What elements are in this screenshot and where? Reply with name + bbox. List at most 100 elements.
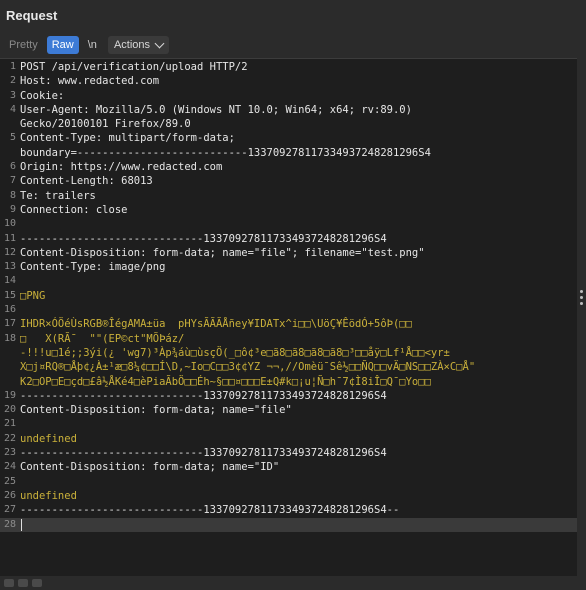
- line-number: 27: [3, 504, 16, 516]
- line-number: 7: [9, 175, 16, 187]
- line-text: undefined: [20, 489, 77, 502]
- line-number: 14: [3, 275, 16, 287]
- newline-toggle[interactable]: \n: [83, 36, 102, 54]
- panel-resize-handle[interactable]: [577, 290, 586, 320]
- request-editor[interactable]: 1 POST /api/verification/upload HTTP/2 2 Ho…: [0, 58, 577, 576]
- line-text: IHDR×ÓÖéÙsRGB®ÎégAMA±üa pHYsÃÃÃÅñey¥IDAT…: [20, 318, 412, 331]
- line-text: X□j¤RQ®□Åþ¢¿À±¹æ□8¼¢□□Í\D,~Io□C□□3¢¢YZ ¬…: [20, 361, 476, 374]
- line-number: 5: [9, 132, 16, 144]
- raw-tab[interactable]: Raw: [46, 36, 79, 54]
- editor-line[interactable]: 8 Te: trailers: [0, 189, 577, 203]
- line-text: -----------------------------13370927811…: [20, 232, 387, 245]
- editor-line[interactable]: 2 Host: www.redacted.com: [0, 74, 577, 88]
- line-text: Connection: close: [20, 203, 128, 216]
- line-text: Content-Disposition: form-data; name="fi…: [20, 246, 425, 259]
- line-text: -----------------------------13370927811…: [20, 389, 387, 402]
- editor-line[interactable]: 19 -----------------------------133709278…: [0, 389, 577, 403]
- editor-line[interactable]: 24 Content-Disposition: form-data; name="…: [0, 460, 577, 474]
- panel-title: Request: [0, 0, 586, 32]
- editor-line[interactable]: 23 -----------------------------133709278…: [0, 446, 577, 460]
- line-text: Content-Disposition: form-data; name="ID…: [20, 461, 280, 474]
- forward-icon[interactable]: [32, 579, 42, 587]
- line-number: 2: [9, 75, 16, 87]
- line-number: 9: [9, 203, 16, 215]
- line-text: Content-Disposition: form-data; name="fi…: [20, 404, 292, 417]
- line-number: 17: [3, 318, 16, 330]
- pretty-tab[interactable]: Pretty: [4, 36, 43, 54]
- line-number: 25: [3, 475, 16, 487]
- editor-line[interactable]: -!!!u□1é;;3ýi(¿ 'wg7)³Àp¾áù□ùsçÖ(_□ô¢³e□…: [0, 346, 577, 360]
- back-icon[interactable]: [18, 579, 28, 587]
- line-number: 16: [3, 304, 16, 316]
- editor-line[interactable]: 21: [0, 417, 577, 431]
- editor-line[interactable]: 26 undefined: [0, 489, 577, 503]
- editor-line[interactable]: 10: [0, 217, 577, 231]
- editor-line[interactable]: 17 IHDR×ÓÖéÙsRGB®ÎégAMA±üa pHYsÃÃÃÅñey¥ID…: [0, 317, 577, 331]
- line-number: 28: [3, 518, 16, 530]
- line-number: 21: [3, 418, 16, 430]
- editor-line[interactable]: 5 Content-Type: multipart/form-data;: [0, 131, 577, 145]
- line-number: 24: [3, 461, 16, 473]
- line-number: 13: [3, 261, 16, 273]
- editor-line[interactable]: 4 User-Agent: Mozilla/5.0 (Windows NT 10.…: [0, 103, 577, 117]
- line-number: 22: [3, 432, 16, 444]
- editor-line[interactable]: 11 -----------------------------133709278…: [0, 232, 577, 246]
- line-text: Content-Type: multipart/form-data;: [20, 132, 235, 145]
- settings-icon[interactable]: [4, 579, 14, 587]
- line-number: 10: [3, 218, 16, 230]
- line-text: boundary=---------------------------1337…: [20, 146, 431, 159]
- editor-line[interactable]: 7 Content-Length: 68013: [0, 174, 577, 188]
- line-number: 26: [3, 489, 16, 501]
- line-number: 20: [3, 404, 16, 416]
- line-number: 15: [3, 289, 16, 301]
- line-number: 3: [9, 89, 16, 101]
- actions-button[interactable]: Actions: [107, 36, 170, 54]
- editor-line[interactable]: 14: [0, 274, 577, 288]
- chevron-down-icon: [154, 38, 165, 49]
- editor-line[interactable]: 25: [0, 475, 577, 489]
- line-number: 8: [9, 189, 16, 201]
- line-text: Host: www.redacted.com: [20, 75, 160, 88]
- bottom-toolbar: [0, 576, 586, 590]
- editor-line[interactable]: 9 Connection: close: [0, 203, 577, 217]
- line-text: -----------------------------13370927811…: [20, 504, 400, 517]
- line-text: POST /api/verification/upload HTTP/2: [20, 61, 248, 73]
- line-text: -----------------------------13370927811…: [20, 447, 387, 460]
- editor-line[interactable]: 1 POST /api/verification/upload HTTP/2: [0, 60, 577, 74]
- editor-line[interactable]: Gecko/20100101 Firefox/89.0: [0, 117, 577, 131]
- editor-line[interactable]: 28: [0, 517, 577, 532]
- line-text: Cookie:: [20, 89, 65, 102]
- editor-line[interactable]: K2□OP□E□çd□£â½ÅKé4□èPiaÃbÖ□□Éh~§□□¤□□□E±…: [0, 375, 577, 389]
- editor-line[interactable]: 16: [0, 303, 577, 317]
- editor-line[interactable]: boundary=---------------------------1337…: [0, 146, 577, 160]
- grip-dot-icon: [580, 290, 583, 293]
- line-text: User-Agent: Mozilla/5.0 (Windows NT 10.0…: [20, 103, 412, 116]
- line-number: 23: [3, 447, 16, 459]
- line-number: 6: [9, 161, 16, 173]
- line-text: □ X(RÃ¯ ""(EP©ct"MÕÞáz/: [20, 332, 185, 345]
- line-text: Gecko/20100101 Firefox/89.0: [20, 118, 191, 131]
- line-number: 11: [3, 232, 16, 244]
- line-number: 1: [9, 61, 16, 72]
- editor-line[interactable]: 15 □PNG: [0, 289, 577, 303]
- editor-line[interactable]: 3 Cookie:: [0, 89, 577, 103]
- actions-label: Actions: [113, 39, 151, 51]
- line-text: Content-Type: image/png: [20, 261, 166, 274]
- line-text: undefined: [20, 432, 77, 445]
- text-caret: [21, 518, 22, 531]
- line-text: -!!!u□1é;;3ýi(¿ 'wg7)³Àp¾áù□ùsçÖ(_□ô¢³e□…: [20, 346, 450, 359]
- editor-line[interactable]: 12 Content-Disposition: form-data; name="…: [0, 246, 577, 260]
- editor-line[interactable]: 22 undefined: [0, 432, 577, 446]
- view-toolbar: Pretty Raw \n Actions: [0, 32, 586, 58]
- editor-line[interactable]: 20 Content-Disposition: form-data; name="…: [0, 403, 577, 417]
- line-text: Te: trailers: [20, 189, 96, 202]
- line-number: 19: [3, 389, 16, 401]
- editor-line[interactable]: 27 -----------------------------133709278…: [0, 503, 577, 517]
- editor-line[interactable]: X□j¤RQ®□Åþ¢¿À±¹æ□8¼¢□□Í\D,~Io□C□□3¢¢YZ ¬…: [0, 360, 577, 374]
- editor-line[interactable]: 18 □ X(RÃ¯ ""(EP©ct"MÕÞáz/: [0, 332, 577, 346]
- line-number: 18: [3, 332, 16, 344]
- editor-line[interactable]: 13 Content-Type: image/png: [0, 260, 577, 274]
- line-number: 12: [3, 246, 16, 258]
- grip-dot-icon: [580, 296, 583, 299]
- editor-line[interactable]: 6 Origin: https://www.redacted.com: [0, 160, 577, 174]
